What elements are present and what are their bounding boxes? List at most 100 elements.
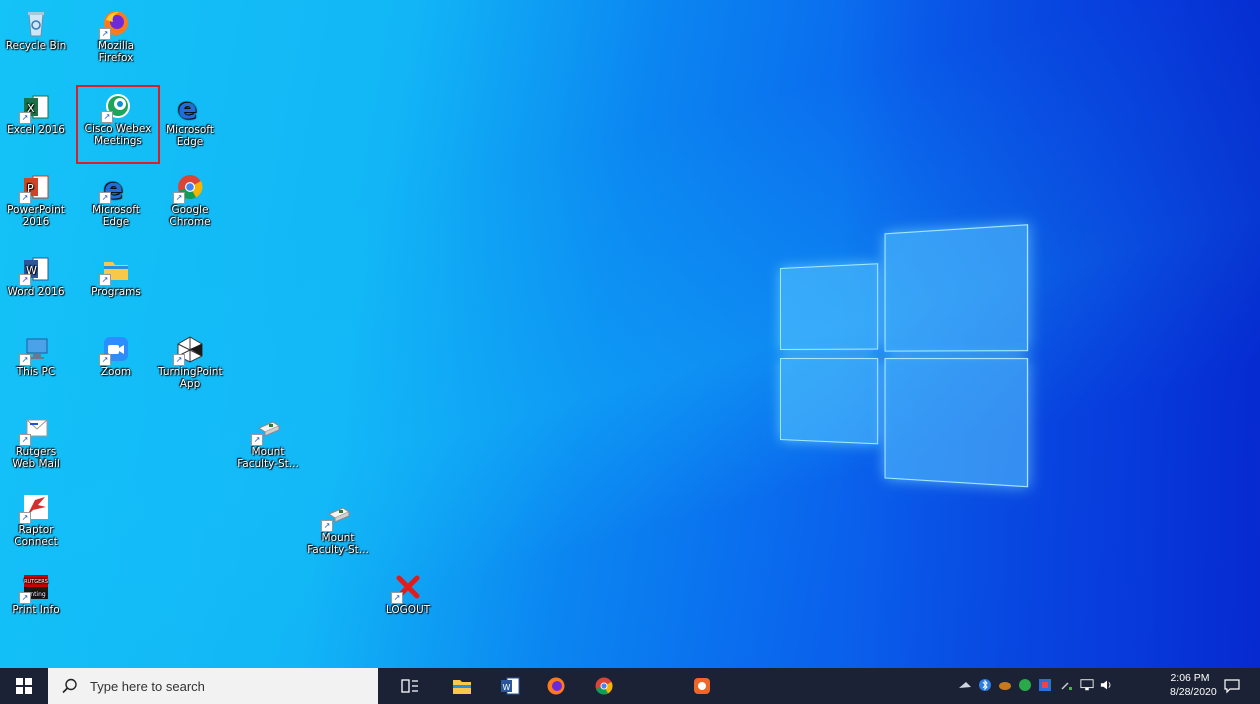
windows-logo-graphic — [780, 224, 1031, 492]
shield-app-icon — [694, 678, 710, 694]
desktop-icon-word[interactable]: W ↗ Word 2016 — [4, 254, 68, 298]
shortcut-arrow-icon: ↗ — [19, 434, 31, 446]
tray-volume-icon[interactable] — [1100, 678, 1114, 692]
raptor-icon: ↗ — [19, 492, 51, 524]
tray-app-icon[interactable] — [998, 678, 1012, 692]
shortcut-arrow-icon: ↗ — [99, 192, 111, 204]
turningpoint-icon: ↗ — [173, 334, 205, 366]
shortcut-arrow-icon: ↗ — [99, 28, 111, 40]
desktop-icon-webex[interactable]: ↗ Cisco Webex Meetings — [76, 85, 160, 164]
desktop-icon-recycle-bin[interactable]: Recycle Bin — [4, 8, 68, 52]
icon-label: Rutgers Web Mail — [12, 446, 60, 470]
action-center-button[interactable] — [1212, 668, 1252, 704]
taskbar-firefox[interactable] — [538, 668, 574, 704]
clock-time: 2:06 PM — [1170, 672, 1210, 684]
desktop-icon-excel[interactable]: X ↗ Excel 2016 — [4, 92, 68, 136]
taskbar-search-box[interactable]: Type here to search — [48, 668, 378, 704]
folder-icon — [453, 680, 471, 694]
computer-icon: ↗ — [19, 334, 51, 366]
shortcut-arrow-icon: ↗ — [99, 354, 111, 366]
desktop-icon-this-pc[interactable]: ↗ This PC — [4, 334, 68, 378]
svg-text:W: W — [503, 683, 511, 692]
icon-label: PowerPoint 2016 — [7, 204, 65, 228]
mail-icon: ↗ — [19, 414, 51, 446]
word-icon: W — [501, 677, 520, 695]
logo-pane — [780, 263, 879, 350]
desktop-icon-raptor-connect[interactable]: ↗ Raptor Connect — [4, 492, 68, 548]
icon-label: LOGOUT — [385, 604, 431, 616]
shortcut-arrow-icon: ↗ — [19, 192, 31, 204]
tray-expand-icon[interactable] — [1060, 678, 1074, 692]
desktop-icon-powerpoint[interactable]: P ↗ PowerPoint 2016 — [4, 172, 68, 228]
rutgers-printing-icon: RUTGERS nting ↗ — [19, 572, 51, 604]
desktop-icon-mount-faculty-2[interactable]: ↗ Mount Faculty-St... — [302, 500, 374, 556]
logo-pane — [884, 358, 1029, 488]
firefox-icon — [547, 677, 565, 695]
task-view-button[interactable] — [392, 668, 428, 704]
tray-antivirus-icon[interactable] — [1038, 678, 1052, 692]
svg-text:e: e — [178, 92, 197, 122]
powerpoint-icon: P ↗ — [19, 172, 51, 204]
zoom-icon: ↗ — [99, 334, 131, 366]
desktop-icon-logout[interactable]: ↗ LOGOUT — [376, 572, 440, 616]
taskbar-file-explorer[interactable] — [444, 668, 480, 704]
desktop-icon-print-info[interactable]: RUTGERS nting ↗ Print Info — [4, 572, 68, 616]
desktop-icon-firefox[interactable]: ↗ Mozilla Firefox — [84, 8, 148, 64]
icon-label: Excel 2016 — [7, 124, 65, 136]
shortcut-arrow-icon: ↗ — [19, 112, 31, 124]
tray-bluetooth-icon[interactable] — [978, 678, 992, 692]
start-button[interactable] — [0, 668, 48, 704]
desktop-icon-mount-faculty-1[interactable]: ↗ Mount Faculty-St... — [232, 414, 304, 470]
icon-label: Raptor Connect — [14, 524, 58, 548]
chrome-icon: ↗ — [173, 172, 205, 204]
shortcut-arrow-icon: ↗ — [173, 192, 185, 204]
desktop-icon-programs[interactable]: ↗ Programs — [84, 254, 148, 298]
windows-start-icon — [16, 678, 32, 694]
icon-label: TurningPoint App — [158, 366, 223, 390]
icon-label: Mozilla Firefox — [97, 40, 135, 64]
tray-security-icon[interactable] — [1018, 678, 1032, 692]
shortcut-arrow-icon: ↗ — [391, 592, 403, 604]
shortcut-arrow-icon: ↗ — [19, 274, 31, 286]
desktop-icon-edge[interactable]: e Microsoft Edge — [158, 92, 222, 148]
icon-label: Mount Faculty-St... — [237, 446, 299, 470]
logo-pane — [884, 224, 1029, 352]
desktop-icon-zoom[interactable]: ↗ Zoom — [84, 334, 148, 378]
taskbar-app-shield[interactable] — [684, 668, 720, 704]
shortcut-arrow-icon: ↗ — [19, 354, 31, 366]
print-info-printing-text: nting — [30, 591, 46, 598]
desktop-icon-chrome[interactable]: ↗ Google Chrome — [158, 172, 222, 228]
shortcut-arrow-icon: ↗ — [19, 512, 31, 524]
word-icon: W ↗ — [19, 254, 51, 286]
search-icon — [62, 678, 77, 694]
shortcut-arrow-icon: ↗ — [321, 520, 333, 532]
firefox-icon: ↗ — [99, 8, 131, 40]
icon-label: Google Chrome — [169, 204, 211, 228]
tray-network-sync-icon[interactable] — [958, 678, 972, 692]
icon-label: Microsoft Edge — [166, 124, 214, 148]
desktop-icon-rutgers-web-mail[interactable]: ↗ Rutgers Web Mail — [4, 414, 68, 470]
desktop-icon-edge-2[interactable]: e ↗ Microsoft Edge — [84, 172, 148, 228]
taskbar-chrome[interactable] — [586, 668, 622, 704]
desktop-icon-turningpoint[interactable]: ↗ TurningPoint App — [158, 334, 223, 390]
task-view-icon — [401, 679, 418, 693]
webex-icon: ↗ — [101, 91, 133, 123]
icon-label: Word 2016 — [7, 286, 65, 298]
taskbar-clock[interactable]: 2:06 PM 8/28/2020 — [1170, 671, 1217, 699]
notification-icon — [1224, 679, 1240, 694]
excel-icon: X ↗ — [19, 92, 51, 124]
icon-label: Microsoft Edge — [92, 204, 140, 228]
network-drive-icon: ↗ — [251, 414, 283, 446]
icon-label: This PC — [16, 366, 56, 378]
logout-x-icon: ↗ — [391, 572, 423, 604]
logo-pane — [780, 358, 879, 445]
edge-icon: e ↗ — [99, 172, 131, 205]
icon-label: Zoom — [100, 366, 132, 378]
tray-network-icon[interactable] — [1080, 678, 1094, 692]
icon-label: Programs — [91, 286, 141, 298]
taskbar-word[interactable]: W — [492, 668, 528, 704]
icon-label: Recycle Bin — [5, 40, 67, 52]
edge-icon: e — [175, 92, 205, 125]
shortcut-arrow-icon: ↗ — [173, 354, 185, 366]
icon-label: Cisco Webex Meetings — [84, 123, 152, 147]
